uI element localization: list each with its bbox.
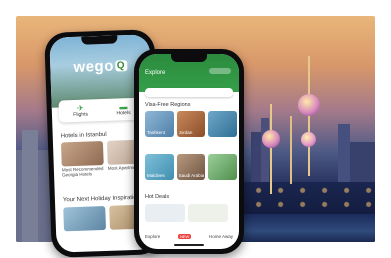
region-card[interactable] [208, 154, 238, 180]
hotel-card[interactable]: Most Recommended Georgia Hotels [60, 141, 104, 177]
nav-home-away[interactable]: Home Away [209, 234, 233, 239]
tile-flights[interactable]: ✈ Flights [73, 103, 88, 117]
section-title-deals: Hot Deals [145, 194, 170, 200]
region-image [208, 111, 238, 137]
phone-right-screen: Explore Visa-Free Regions Tashkent Jorda… [139, 54, 239, 249]
region-image: Jordan [176, 111, 206, 137]
hotel-image [60, 141, 104, 167]
phone-notch [81, 35, 118, 45]
home-indicator [174, 244, 204, 246]
region-card[interactable]: Maldives [145, 154, 174, 180]
deal-image [145, 204, 185, 222]
regions-row: Maldives Saudi Arabia [145, 154, 238, 180]
tower-spire [270, 104, 272, 194]
phone-notch [171, 54, 207, 62]
region-card[interactable]: Tashkent [145, 111, 174, 137]
explore-title: Explore [145, 70, 166, 76]
deal-card[interactable] [145, 204, 185, 222]
tile-hotels[interactable]: ▬ Hotels [116, 102, 130, 116]
region-card[interactable]: Jordan [176, 111, 206, 137]
phone-right: Explore Visa-Free Regions Tashkent Jorda… [134, 49, 244, 254]
region-image: Saudi Arabia [176, 154, 206, 180]
tower-spire [308, 56, 310, 176]
bottom-nav: Explore NEW Home Away [145, 232, 233, 240]
region-image [208, 154, 238, 180]
tower-sphere [298, 94, 320, 116]
section-title-regions: Visa-Free Regions [145, 102, 191, 108]
region-image: Maldives [145, 154, 174, 180]
tower-spire [290, 116, 292, 184]
search-bar[interactable] [145, 88, 233, 97]
new-badge: NEW [177, 233, 192, 239]
region-image: Tashkent [145, 111, 174, 137]
region-card[interactable] [208, 111, 238, 137]
tower-sphere [262, 130, 280, 148]
logo-badge: Q [114, 60, 128, 72]
inspiration-card[interactable] [63, 205, 107, 232]
tower-sphere [301, 132, 316, 147]
region-card[interactable]: Saudi Arabia [176, 154, 206, 180]
deal-image [188, 204, 228, 222]
header-pill[interactable] [209, 68, 231, 74]
section-title-next: Your Next Holiday Inspiration [62, 194, 141, 204]
inspiration-image [63, 205, 107, 232]
skyline-building [22, 130, 38, 242]
regions-row: Tashkent Jordan [145, 111, 238, 137]
deal-card[interactable] [188, 204, 228, 222]
nav-explore[interactable]: Explore [145, 234, 160, 239]
section-title-hotels: Hotels in Istanbul [60, 131, 107, 140]
service-tiles: ✈ Flights ▬ Hotels [58, 97, 146, 123]
deals-row [145, 204, 237, 222]
